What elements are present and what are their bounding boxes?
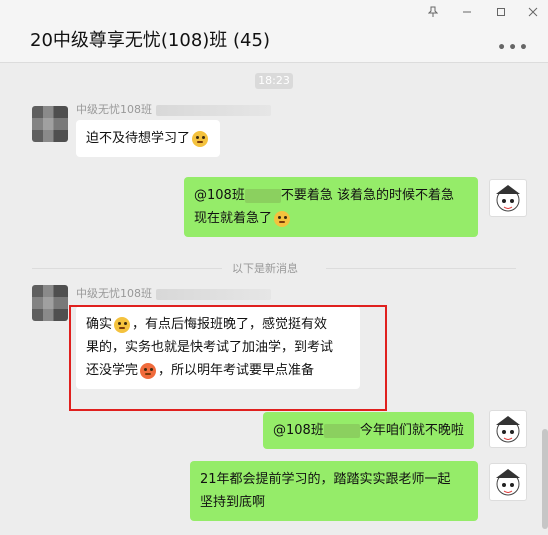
blurred-name	[156, 104, 271, 116]
title-bar: 20中级尊享无忧(108)班 (45) •••	[0, 0, 548, 63]
avatar[interactable]	[32, 106, 68, 142]
highlight-box	[69, 305, 387, 411]
new-messages-divider: 以下是新消息	[0, 260, 548, 276]
message-bubble[interactable]: @108班 不要着急 该着急的时候不着急 现在就着急了	[184, 177, 478, 237]
thinking-emoji-icon	[192, 130, 209, 147]
maximize-icon[interactable]	[492, 6, 510, 22]
blurred-name	[323, 423, 360, 438]
timestamp: 18:23	[255, 73, 293, 89]
thinking-emoji-icon	[274, 210, 291, 227]
pin-icon[interactable]	[424, 6, 442, 22]
close-icon[interactable]	[524, 6, 542, 22]
sender-name: 中级无忧108班	[76, 285, 271, 301]
chat-title: 20中级尊享无忧(108)班 (45)	[30, 30, 270, 51]
avatar[interactable]	[489, 410, 527, 448]
more-options-icon[interactable]: •••	[497, 40, 530, 56]
scrollbar[interactable]	[542, 429, 548, 529]
avatar[interactable]	[489, 179, 527, 217]
blurred-name	[244, 188, 281, 203]
minimize-icon[interactable]	[458, 6, 476, 22]
blurred-name	[156, 288, 271, 300]
message-bubble[interactable]: @108班 今年咱们就不晚啦	[263, 412, 474, 449]
avatar[interactable]	[32, 285, 68, 321]
sender-name: 中级无忧108班	[76, 101, 271, 117]
message-bubble[interactable]: 迫不及待想学习了	[76, 120, 221, 157]
avatar[interactable]	[489, 463, 527, 501]
chat-area: 18:23 中级无忧108班 迫不及待想学习了 @108班 不要着急 该着急的时候…	[0, 63, 548, 535]
message-bubble[interactable]: 21年都会提前学习的，踏踏实实跟老师一起 坚持到底啊	[190, 461, 478, 521]
